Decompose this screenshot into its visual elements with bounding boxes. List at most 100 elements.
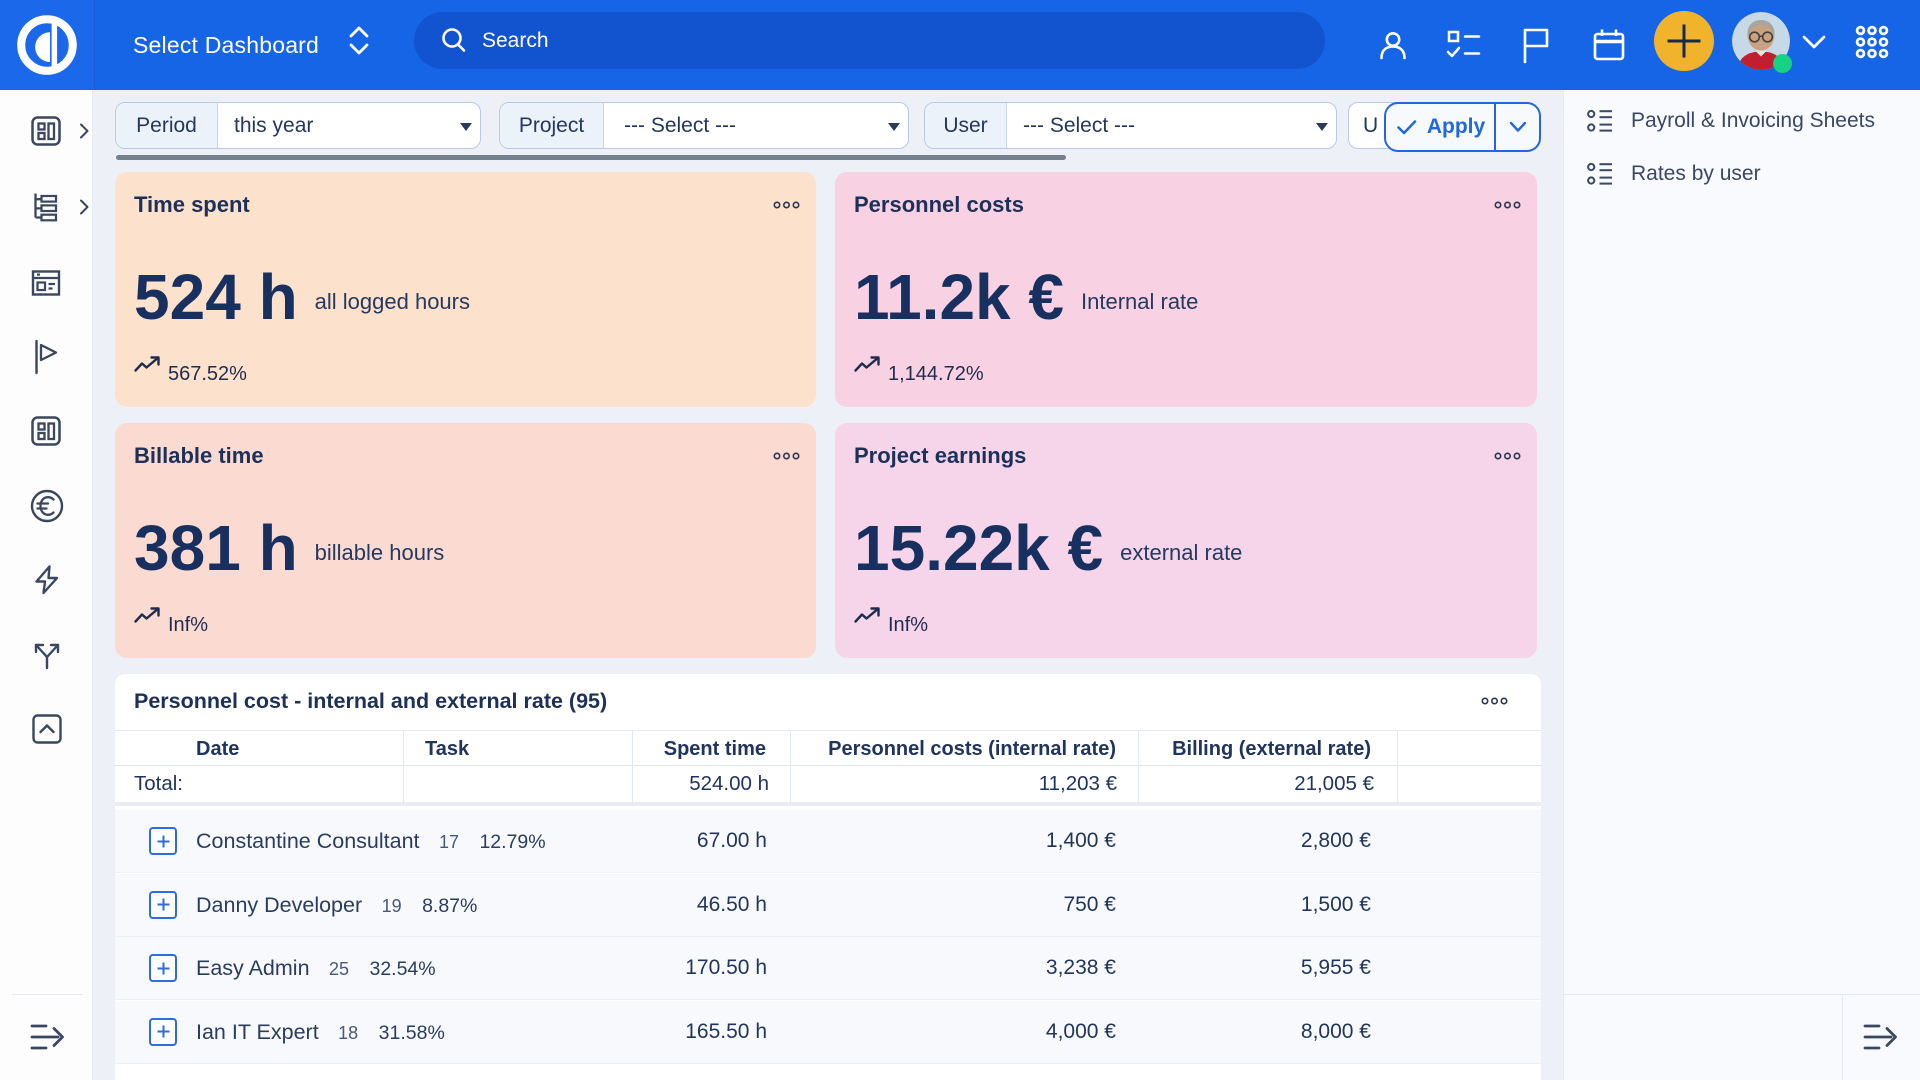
column-header-task[interactable]: Task (425, 731, 469, 767)
row-expand-button[interactable] (149, 1018, 177, 1046)
kpi-kebab-menu[interactable] (773, 451, 800, 461)
global-search-input[interactable]: Search (414, 12, 1325, 69)
row-user-name[interactable]: Danny Developer (196, 893, 362, 917)
filter-user-select[interactable]: --- Select --- (1007, 103, 1336, 148)
row-spent-time: 46.50 h (517, 874, 767, 936)
sidebar-item-workflows[interactable] (0, 637, 93, 673)
trending-up-icon (854, 356, 881, 373)
filter-project-select[interactable]: --- Select --- (604, 103, 908, 148)
column-header-personnel-costs[interactable]: Personnel costs (internal rate) (776, 731, 1116, 767)
collapse-right-panel-button[interactable] (1861, 1020, 1899, 1054)
kpi-value-row: 524 h all logged hours (134, 260, 470, 334)
user-avatar[interactable] (1732, 12, 1790, 70)
plus-icon (157, 1025, 170, 1038)
apply-dropdown-button[interactable] (1496, 104, 1539, 150)
apply-button[interactable]: Apply (1386, 104, 1496, 150)
apply-split-button: Apply (1384, 102, 1541, 152)
kpi-value: 524 h (134, 260, 298, 334)
caret-down-icon (460, 123, 472, 131)
list-details-icon (1587, 108, 1613, 134)
row-user-name[interactable]: Ian IT Expert (196, 1020, 319, 1044)
right-panel-item-label: Payroll & Invoicing Sheets (1631, 109, 1875, 133)
sidebar-item-boards[interactable] (0, 414, 93, 448)
sidebar-item-money[interactable] (0, 488, 93, 524)
row-internal: 750 € (776, 874, 1116, 936)
browser-card-icon (29, 266, 63, 300)
kpi-kebab-menu[interactable] (1494, 451, 1521, 461)
column-divider (403, 731, 404, 767)
filter-project: Project --- Select --- (499, 102, 909, 149)
row-percent: 8.87% (422, 895, 477, 917)
row-task-count: 17 (439, 832, 459, 852)
kpi-kebab-menu[interactable] (773, 200, 800, 210)
column-header-date[interactable]: Date (196, 731, 239, 767)
sidebar-item-pages[interactable] (0, 266, 93, 300)
column-header-spent-time[interactable]: Spent time (516, 731, 766, 767)
kpi-trend: Inf% (134, 607, 208, 637)
tasks-button[interactable] (1440, 0, 1488, 90)
kpi-description: billable hours (315, 540, 445, 566)
kpi-card: Time spent 524 h all logged hours 567.52… (115, 172, 816, 407)
row-task-count: 18 (338, 1023, 358, 1043)
chevron-right-icon[interactable] (78, 198, 90, 216)
dashboard-selector[interactable]: Select Dashboard (133, 0, 319, 90)
apps-grid-button[interactable] (1848, 18, 1896, 66)
sidebar-item-milestones[interactable] (0, 338, 93, 376)
row-user-name[interactable]: Easy Admin (196, 956, 310, 980)
table-kebab-menu[interactable] (1481, 696, 1508, 706)
right-panel-item-payroll[interactable]: Payroll & Invoicing Sheets (1564, 98, 1920, 144)
expand-sidebar-button[interactable] (28, 1020, 66, 1054)
sidebar-item-updates[interactable] (0, 711, 93, 747)
sidebar-divider (12, 994, 83, 995)
calendar-button[interactable] (1585, 0, 1633, 90)
row-billing: 2,800 € (1071, 810, 1371, 872)
list-details-icon (1587, 161, 1613, 187)
right-panel-item-rates[interactable]: Rates by user (1564, 151, 1920, 197)
table-row: Easy Admin 25 32.54% 170.50 h 3,238 € 5,… (115, 937, 1541, 1000)
table-row: Constantine Consultant 17 12.79% 67.00 h… (115, 810, 1541, 873)
kpi-trend-value: Inf% (168, 614, 208, 637)
kpi-card: Personnel costs 11.2k € Internal rate 1,… (835, 172, 1537, 407)
sidebar-item-dashboards[interactable] (0, 114, 93, 148)
main-content: Period this year Project --- Select --- … (93, 90, 1563, 1080)
filter-period-value: this year (234, 114, 313, 138)
filter-period-select[interactable]: this year (218, 103, 480, 148)
row-billing: 1,500 € (1071, 874, 1371, 936)
column-divider (403, 766, 404, 806)
users-button[interactable] (1369, 0, 1417, 90)
column-header-billing[interactable]: Billing (external rate) (1071, 731, 1371, 767)
total-billing: 21,005 € (1074, 766, 1374, 802)
row-user-name[interactable]: Constantine Consultant (196, 829, 420, 853)
row-user-cell: Danny Developer 19 8.87% (196, 874, 477, 937)
flags-button[interactable] (1512, 0, 1560, 90)
column-divider (1397, 731, 1398, 767)
euro-circle-icon (29, 488, 65, 524)
row-expand-button[interactable] (149, 954, 177, 982)
kpi-card: Project earnings 15.22k € external rate … (835, 423, 1537, 658)
sidebar-item-projects[interactable] (0, 190, 93, 224)
lightning-icon (29, 562, 65, 598)
row-percent: 31.58% (379, 1022, 445, 1044)
row-expand-button[interactable] (149, 827, 177, 855)
filters-scrollbar-thumb[interactable] (116, 155, 1066, 160)
row-user-cell: Easy Admin 25 32.54% (196, 937, 436, 1000)
row-expand-button[interactable] (149, 891, 177, 919)
kpi-value-row: 381 h billable hours (134, 511, 444, 585)
row-billing: 8,000 € (1071, 1001, 1371, 1063)
sidebar-item-quick-actions[interactable] (0, 562, 93, 598)
dashboard-selector-sort-icon[interactable] (344, 20, 374, 70)
column-divider (1138, 766, 1139, 806)
kpi-kebab-menu[interactable] (1494, 200, 1521, 210)
kpi-title: Time spent (134, 192, 250, 218)
user-menu-chevron-icon[interactable] (1801, 33, 1827, 51)
right-panel-footer-vdivider (1842, 995, 1843, 1080)
app-logo[interactable] (0, 0, 95, 90)
chevron-right-icon[interactable] (78, 122, 90, 140)
row-percent: 32.54% (369, 958, 435, 980)
row-spent-time: 170.50 h (517, 937, 767, 999)
chevron-down-icon (1508, 120, 1528, 134)
split-arrows-icon (29, 637, 65, 673)
quick-add-button[interactable] (1654, 11, 1714, 71)
report-table-title: Personnel cost - internal and external r… (134, 689, 607, 714)
filter-project-label: Project (500, 103, 604, 148)
